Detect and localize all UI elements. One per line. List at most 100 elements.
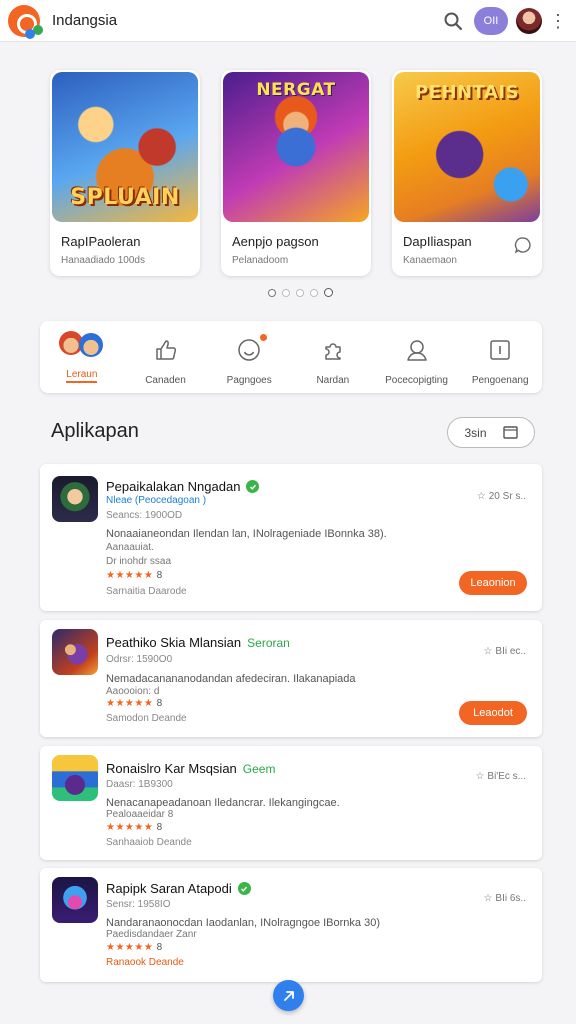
carousel-dot[interactable] [268,288,276,297]
verified-icon [237,882,251,895]
app-sub-meta: Dr inohdr ssaa [106,556,172,567]
app-card[interactable]: Peathiko Skia Mlansian Seroran Odrsr: 15… [40,620,542,737]
app-description: Nandaranaonocdan Iaodanlan, INolragngoe … [106,917,380,929]
category-label: Pengoenang [471,375,529,386]
featured-art-title: SPLUAIN [70,185,180,210]
app-rating-text: 20 Sr s.. [488,491,526,502]
category-label: Nardan [316,375,350,386]
profile-pill[interactable]: OII [474,6,508,35]
stars-count: 8 [156,570,163,581]
app-title-row: Pepaikalakan Nngadan [106,479,260,494]
app-rating-text: BIi ec.. [495,646,526,657]
app-title: Pepaikalakan Nngadan [106,479,241,494]
app-meta: Odrsr: 1590O0 [106,654,173,665]
featured-card[interactable]: NERGAT Aenpjo pagson Pelanadoom [221,70,371,276]
arrow-icon [283,990,294,1001]
app-meta: Daasr: 1B9300 [106,779,173,790]
info-icon [487,335,513,365]
featured-sub: Kanaemaon [403,255,457,266]
install-button[interactable]: Leaodot [459,701,527,725]
featured-art: PEHNTAIS [394,72,540,222]
app-title-row: Ronaislro Kar Msqsian Geem [106,761,275,776]
app-footer: Samodon Deande [106,713,187,724]
app-title: Ronaislro Kar Msqsian [106,761,237,776]
smiley-icon [236,333,269,365]
featured-name: Aenpjo pagson [232,234,319,249]
app-footer: Sanhaaiob Deande [106,837,192,848]
app-rating: ☆ 20 Sr s.. [477,491,526,502]
app-meta: Sensr: 1958IO [106,899,171,910]
star-icon: ☆ [483,646,493,657]
search-icon[interactable] [438,6,468,36]
app-rating-text: BIi 6s.. [495,893,526,904]
app-footer: Sarnaitia Daarode [106,586,187,597]
stars-count: 8 [156,698,163,709]
featured-sub: Hanaadiado 100ds [61,255,145,266]
window-icon [502,426,518,439]
app-sub-meta: Paedisdandaer Zanr [106,929,197,940]
app-logo[interactable] [8,4,43,39]
category-item[interactable]: Pagngoes [207,321,291,393]
app-title: Indangsia [52,12,118,29]
app-title-row: Rapipk Saran Atapodi [106,881,251,896]
section-title: Aplikapan [51,420,139,442]
featured-carousel: SPLUAIN RapIPaoleran Hanaadiado 100ds NE… [50,70,542,276]
featured-art: SPLUAIN [52,72,198,222]
app-rating: ☆ BIi 6s.. [483,893,526,904]
carousel-dot[interactable] [282,288,290,297]
app-footer: Ranaook Deande [106,957,184,968]
stars-count: 8 [156,822,163,833]
chat-bubble-icon[interactable] [514,236,532,259]
app-card[interactable]: Pepaikalakan Nngadan Nleae (Peocedagoan … [40,464,542,611]
star-icon: ☆ [475,771,485,782]
verified-icon [246,480,260,493]
app-tag: Geem [242,761,276,776]
filter-button[interactable]: 3sin [447,417,535,448]
carousel-dot[interactable] [310,288,318,297]
stars-count: 8 [156,942,163,953]
app-card[interactable]: Rapipk Saran Atapodi Sensr: 1958IO Nanda… [40,868,542,982]
app-icon [52,755,98,801]
stars-icon: ★★★★★ [106,698,154,709]
featured-art-title: NERGAT [256,80,336,100]
floating-action-button[interactable] [273,980,304,1011]
app-title-row: Peathiko Skia Mlansian Seroran [106,635,290,650]
category-item[interactable]: Nardan [291,321,375,393]
app-description: Nemadacanananodandan afedeciran. Ilakana… [106,673,356,685]
app-sub-meta: Aaoooion: d [106,686,160,697]
install-button[interactable]: Leaonion [459,571,527,595]
app-meta: Seancs: 1900OD [106,510,183,521]
category-label: Canaden [145,375,186,386]
app-icon [52,629,98,675]
category-strip: Leraun Canaden Pagngoes Nardan Pocecopig… [40,321,542,393]
app-developer[interactable]: Nleae (Peocedagoan ) [106,495,206,506]
category-item[interactable]: Pocecopigting [375,321,459,393]
featured-name: DapIliaspan [403,234,472,249]
star-rating: ★★★★★ 8 [106,698,163,709]
user-avatar[interactable] [516,7,542,34]
featured-card[interactable]: PEHNTAIS DapIliaspan Kanaemaon [392,70,542,276]
stars-icon: ★★★★★ [106,570,154,581]
puzzle-icon [320,335,346,365]
category-item[interactable]: Pengoenang [458,321,542,393]
app-rating-text: Bi'Ec s... [487,771,526,782]
star-icon: ☆ [483,893,493,904]
game-characters-thumbnail [57,327,107,365]
star-rating: ★★★★★ 8 [106,942,163,953]
category-item[interactable]: Leraun [40,321,124,393]
category-item[interactable]: Canaden [124,321,208,393]
app-card[interactable]: Ronaislro Kar Msqsian Geem Daasr: 1B9300… [40,746,542,860]
star-icon: ☆ [476,491,486,502]
category-label: Pocecopigting [385,375,448,386]
more-vert-icon[interactable]: ⋮ [548,12,568,30]
carousel-dot[interactable] [324,288,333,297]
featured-art: NERGAT [223,72,369,222]
notification-badge [259,333,269,342]
star-rating: ★★★★★ 8 [106,570,163,581]
app-description: Nenacanapeadanoan Iledancrar. Ilekanging… [106,797,340,809]
thumbs-up-icon [153,335,179,365]
carousel-dot[interactable] [296,288,304,297]
featured-card[interactable]: SPLUAIN RapIPaoleran Hanaadiado 100ds [50,70,200,276]
category-label: Pagngoes [226,375,272,386]
app-header: Indangsia OII ⋮ [0,0,576,42]
